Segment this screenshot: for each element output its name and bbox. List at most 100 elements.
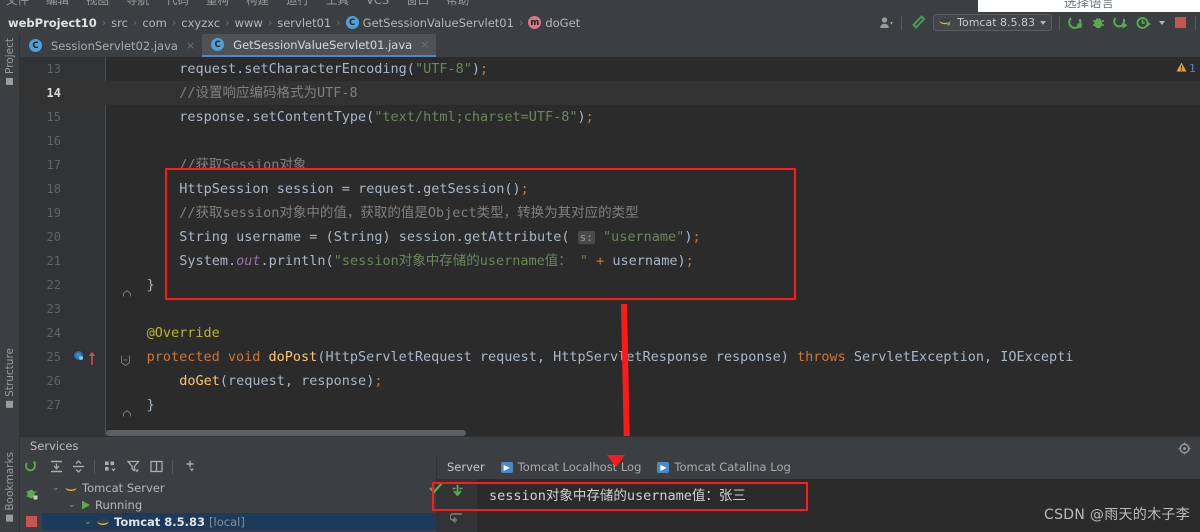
fold-end-marker-icon[interactable]: [123, 402, 131, 421]
breadcrumb-item-0[interactable]: webProject10: [8, 16, 97, 30]
services-tree-row-2[interactable]: ⌄ Tomcat 8.5.83 [local]: [42, 513, 436, 530]
override-marker-icon[interactable]: [88, 350, 96, 365]
line-number-17[interactable]: 17: [20, 153, 70, 177]
menu-item-10[interactable]: 窗口: [406, 0, 429, 8]
line-number-15[interactable]: 15: [20, 105, 70, 129]
soft-wrap-icon[interactable]: [448, 510, 465, 529]
sidebar-item-project[interactable]: Project: [0, 38, 20, 85]
menu-item-0[interactable]: 文件: [6, 0, 29, 8]
toolbar-chevron-down-icon[interactable]: [1159, 20, 1165, 25]
sidebar-item-bookmarks[interactable]: Bookmarks: [0, 452, 20, 522]
breadcrumb[interactable]: webProject10 › src › com › cxyzxc › www › servlet0…: [8, 16, 580, 30]
filter-icon[interactable]: [126, 458, 141, 477]
rerun-icon[interactable]: [24, 458, 38, 477]
sidebar-item-structure[interactable]: Structure: [0, 348, 20, 408]
line-number-19[interactable]: 19: [20, 201, 70, 225]
menu-item-7[interactable]: 运行: [286, 0, 309, 8]
services-debug-icon[interactable]: [25, 485, 38, 504]
editor-warning-indicator[interactable]: 1: [1176, 62, 1196, 75]
line-number-20[interactable]: 20: [20, 225, 70, 249]
collapse-all-icon[interactable]: [72, 458, 85, 477]
services-tree-row-0[interactable]: ⌄ Tomcat Server: [42, 479, 436, 496]
menu-item-2[interactable]: 视图: [86, 0, 109, 8]
log-tab-2[interactable]: ▶ Tomcat Catalina Log: [657, 460, 791, 474]
services-toolbar[interactable]: [42, 455, 436, 479]
code-line-25[interactable]: protected void doPost(HttpServletRequest…: [147, 345, 1074, 369]
menu-item-6[interactable]: 构建: [246, 0, 269, 8]
code-line-17[interactable]: //获取Session对象: [179, 153, 306, 177]
hammer-icon[interactable]: [909, 14, 926, 32]
add-icon[interactable]: [182, 458, 196, 477]
breadcrumb-item-4[interactable]: www: [235, 16, 263, 30]
console-gutter[interactable]: [437, 479, 477, 532]
code-line-26[interactable]: doGet(request, response);: [179, 369, 382, 393]
user-icon[interactable]: [878, 14, 894, 32]
menu-item-4[interactable]: 代码: [166, 0, 189, 8]
run-coverage-icon[interactable]: [1113, 14, 1129, 32]
code-line-24[interactable]: @Override: [147, 321, 220, 345]
line-number-25[interactable]: 25: [20, 345, 70, 369]
code-line-19[interactable]: //获取session对象中的值，获取的值是Object类型，转换为其对应的类型: [179, 201, 638, 225]
breadcrumb-item-6[interactable]: C GetSessionValueServlet01: [345, 16, 514, 30]
fold-marker-icon[interactable]: [121, 351, 130, 367]
line-number-16[interactable]: 16: [20, 129, 70, 153]
group-icon[interactable]: [104, 458, 118, 477]
fold-end-marker-icon[interactable]: [123, 282, 131, 301]
menu-items[interactable]: 文件 编辑 视图 导航 代码 重构 构建 运行 工具 VCS 窗口 帮助: [6, 0, 469, 10]
menu-item-11[interactable]: 帮助: [446, 0, 469, 8]
chevron-down-icon[interactable]: ⌄: [68, 500, 77, 510]
code-line-14[interactable]: //设置响应编码格式为UTF-8: [179, 81, 357, 105]
profiler-icon[interactable]: [1136, 14, 1152, 32]
code-line-13[interactable]: request.setCharacterEncoding("UTF-8");: [179, 57, 488, 81]
chevron-down-icon[interactable]: [1040, 20, 1046, 25]
scroll-to-end-icon[interactable]: [450, 483, 465, 502]
stop-icon[interactable]: [1172, 14, 1188, 32]
line-number-22[interactable]: 22: [20, 273, 70, 297]
layout-icon[interactable]: [150, 458, 163, 477]
services-tree-row-1[interactable]: ⌄ Running: [42, 496, 436, 513]
menu-item-1[interactable]: 编辑: [46, 0, 69, 8]
breadcrumb-item-5[interactable]: servlet01: [277, 16, 331, 30]
services-tree[interactable]: ⌄ Tomcat Server ⌄ Running ⌄ Tomcat 8.5.83 [lo…: [42, 479, 436, 532]
line-number-26[interactable]: 26: [20, 369, 70, 393]
expand-all-icon[interactable]: [50, 458, 63, 477]
code-line-22[interactable]: }: [147, 273, 155, 297]
log-tab-1[interactable]: ▶ Tomcat Localhost Log: [500, 460, 641, 474]
close-icon[interactable]: ×: [186, 39, 195, 52]
select-language-popup[interactable]: 选择语言: [978, 0, 1200, 12]
code-line-27[interactable]: }: [147, 393, 155, 417]
services-stop-icon[interactable]: [25, 512, 37, 531]
line-number-23[interactable]: 23: [20, 297, 70, 321]
debug-icon[interactable]: [1090, 14, 1106, 32]
line-number-18[interactable]: 18: [20, 177, 70, 201]
breadcrumb-item-3[interactable]: cxyzxc: [181, 16, 220, 30]
editor-tab-bar[interactable]: C SessionServlet02.java × C GetSessionValueS…: [20, 34, 1200, 57]
close-icon[interactable]: ×: [420, 38, 429, 51]
line-number-24[interactable]: 24: [20, 321, 70, 345]
log-tab-bar[interactable]: Server ▶ Tomcat Localhost Log ▶ Tomcat Catal…: [437, 455, 1200, 479]
breakpoint-icon[interactable]: [74, 351, 83, 360]
editor-tab-0[interactable]: C SessionServlet02.java ×: [20, 34, 202, 57]
code-line-21[interactable]: System.out.println("session对象中存储的usernam…: [179, 249, 694, 273]
code-line-15[interactable]: response.setContentType("text/html;chars…: [179, 105, 594, 129]
log-tab-0[interactable]: Server: [447, 460, 485, 474]
code-line-20[interactable]: String username = (String) session.getAt…: [179, 225, 700, 249]
code-editor[interactable]: //设置请求编码格式为UTF-8 13request.setCharacterE…: [20, 57, 1200, 436]
menu-item-9[interactable]: VCS: [366, 0, 389, 7]
breadcrumb-item-2[interactable]: com: [142, 16, 167, 30]
menu-item-8[interactable]: 工具: [326, 0, 349, 8]
code-line-18[interactable]: HttpSession session = request.getSession…: [179, 177, 529, 201]
breadcrumb-item-1[interactable]: src: [111, 16, 128, 30]
chevron-down-icon[interactable]: ⌄: [84, 517, 93, 527]
menu-item-5[interactable]: 重构: [206, 0, 229, 8]
line-number-13[interactable]: 13: [20, 57, 70, 81]
line-number-14[interactable]: 14: [20, 81, 70, 105]
breadcrumb-item-7[interactable]: m doGet: [528, 16, 580, 30]
run-configuration-selector[interactable]: Tomcat 8.5.83: [933, 14, 1052, 31]
fold-strip[interactable]: [70, 57, 106, 436]
line-number-27[interactable]: 27: [20, 393, 70, 417]
run-icon[interactable]: [1067, 14, 1083, 32]
chevron-down-icon[interactable]: ⌄: [52, 483, 61, 493]
services-side-toolbar[interactable]: [20, 455, 42, 532]
menu-item-3[interactable]: 导航: [126, 0, 149, 8]
